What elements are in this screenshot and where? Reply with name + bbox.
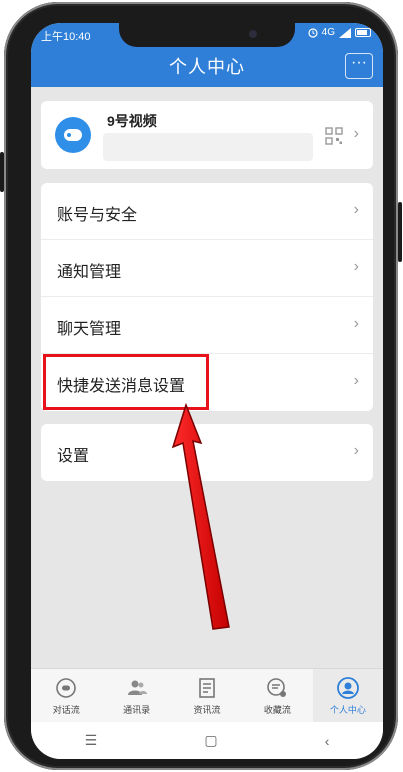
chevron-right-icon: ›: [353, 201, 359, 218]
volume-button: [0, 152, 4, 192]
status-indicators: 4G: [308, 27, 371, 38]
chevron-right-icon: ›: [353, 372, 359, 389]
chevron-right-icon: ›: [353, 125, 359, 142]
favorites-icon: [267, 678, 287, 697]
profile-card[interactable]: 9号视频 ›: [41, 101, 373, 169]
menu-icon[interactable]: ☰: [85, 732, 98, 749]
bottom-tab-bar: 对话流 通讯录 资讯流 收藏流 个人中心: [31, 668, 383, 722]
battery-icon: [355, 28, 371, 37]
power-button: [398, 202, 402, 262]
network-type: 4G: [321, 27, 335, 38]
back-icon[interactable]: ‹: [325, 733, 330, 749]
menu-label: 设置: [57, 448, 90, 465]
tab-favorites[interactable]: 收藏流: [242, 669, 312, 722]
menu-label: 账号与安全: [57, 207, 138, 224]
chat-bubble-icon: [56, 678, 77, 698]
navigation-bar: 个人中心 ···: [31, 47, 383, 87]
profile-name: 9号视频: [107, 113, 157, 129]
menu-label: 通知管理: [57, 264, 122, 281]
menu-item-chat-management[interactable]: 聊天管理 ›: [41, 297, 373, 354]
front-camera: [249, 30, 257, 38]
screen: 上午10:40 4G 个人中心 ··· 9号视频 › 账号与安全 › 通知管理 …: [31, 23, 383, 759]
system-nav-bar: ☰ ▢ ‹: [31, 722, 383, 759]
signal-icon: [339, 27, 351, 38]
tab-profile[interactable]: 个人中心: [312, 669, 383, 722]
avatar: [55, 117, 91, 153]
phone-frame: 上午10:40 4G 个人中心 ··· 9号视频 › 账号与安全 › 通知管理 …: [0, 2, 402, 770]
red-arrow-annotation: [171, 403, 230, 630]
chat-avatar-icon: [64, 129, 82, 141]
chevron-right-icon: ›: [353, 442, 359, 459]
profile-details-redacted: [103, 133, 313, 161]
tab-contacts[interactable]: 通讯录: [101, 669, 171, 722]
home-icon[interactable]: ▢: [204, 732, 217, 749]
page-title: 个人中心: [169, 57, 245, 77]
phone-notch: [119, 23, 295, 47]
tab-label: 通讯录: [123, 705, 151, 715]
tab-chat[interactable]: 对话流: [31, 669, 101, 722]
highlight-annotation-box: [43, 354, 209, 410]
news-icon: [199, 678, 215, 698]
tab-news[interactable]: 资讯流: [172, 669, 242, 722]
tab-label: 个人中心: [329, 705, 366, 715]
chevron-right-icon: ›: [353, 258, 359, 275]
menu-item-notification[interactable]: 通知管理 ›: [41, 240, 373, 297]
tab-label: 收藏流: [263, 705, 291, 715]
person-icon: [336, 677, 359, 699]
alarm-icon: [308, 27, 318, 38]
menu-item-account-security[interactable]: 账号与安全 ›: [41, 183, 373, 240]
status-time: 上午10:40: [41, 31, 91, 43]
menu-label: 聊天管理: [57, 321, 122, 338]
contacts-icon: [127, 680, 147, 695]
chevron-right-icon: ›: [353, 315, 359, 332]
tab-label: 资讯流: [193, 705, 221, 715]
qr-code-icon[interactable]: [325, 127, 343, 145]
tab-label: 对话流: [52, 705, 80, 715]
more-button[interactable]: ···: [345, 53, 373, 79]
